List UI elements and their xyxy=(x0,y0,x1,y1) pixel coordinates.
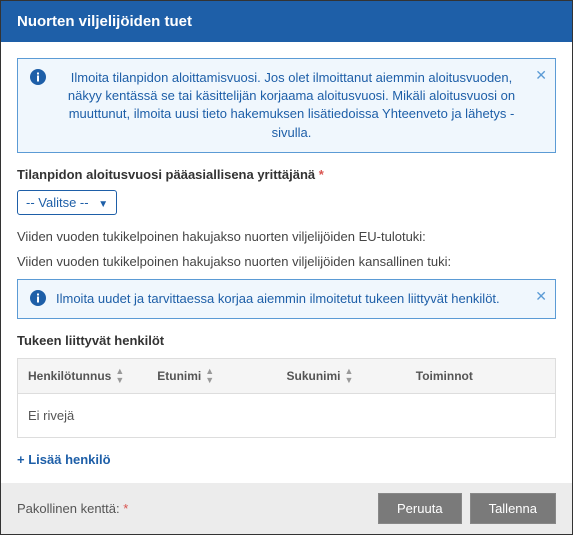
info-text-2: Ilmoita uudet ja tarvittaessa korjaa aie… xyxy=(56,290,527,308)
year-label-row: Tilanpidon aloitusvuosi pääasiallisena y… xyxy=(17,167,556,182)
col-ssn[interactable]: Henkilötunnus ▲▼ xyxy=(28,367,157,385)
col-lastname[interactable]: Sukunimi ▲▼ xyxy=(287,367,416,385)
persons-table: Henkilötunnus ▲▼ Etunimi ▲▼ Sukunimi ▲▼ … xyxy=(17,358,556,438)
col-ssn-label: Henkilötunnus xyxy=(28,369,111,383)
persons-title: Tukeen liittyvät henkilöt xyxy=(17,333,556,348)
sort-icon: ▲▼ xyxy=(345,367,354,385)
sort-icon: ▲▼ xyxy=(205,367,214,385)
required-label: Pakollinen kenttä: xyxy=(17,501,120,516)
table-empty: Ei rivejä xyxy=(18,394,555,437)
modal: Nuorten viljelijöiden tuet Ilmoita tilan… xyxy=(0,0,573,535)
required-footer: Pakollinen kenttä: * xyxy=(17,501,128,516)
table-header: Henkilötunnus ▲▼ Etunimi ▲▼ Sukunimi ▲▼ … xyxy=(18,359,555,394)
info-icon xyxy=(30,290,46,308)
year-select[interactable]: -- Valitse -- ▼ xyxy=(17,190,117,215)
info-box-2: Ilmoita uudet ja tarvittaessa korjaa aie… xyxy=(17,279,556,319)
col-firstname-label: Etunimi xyxy=(157,369,201,383)
footer-buttons: Peruuta Tallenna xyxy=(378,493,556,524)
chevron-down-icon: ▼ xyxy=(98,199,108,210)
col-actions-label: Toiminnot xyxy=(416,369,473,383)
required-asterisk: * xyxy=(319,167,324,182)
year-label: Tilanpidon aloitusvuosi pääasiallisena y… xyxy=(17,167,315,182)
plus-icon: + xyxy=(17,452,28,467)
cancel-button[interactable]: Peruuta xyxy=(378,493,462,524)
add-person-button[interactable]: + Lisää henkilö xyxy=(17,452,111,467)
info-box-1: Ilmoita tilanpidon aloittamisvuosi. Jos … xyxy=(17,58,556,153)
col-actions: Toiminnot xyxy=(416,367,545,385)
select-value: -- Valitse -- xyxy=(26,195,89,210)
info-text-1: Ilmoita tilanpidon aloittamisvuosi. Jos … xyxy=(56,69,527,142)
modal-title: Nuorten viljelijöiden tuet xyxy=(1,1,572,42)
close-icon[interactable]: ✕ xyxy=(535,288,547,305)
modal-body: Ilmoita tilanpidon aloittamisvuosi. Jos … xyxy=(1,42,572,483)
col-firstname[interactable]: Etunimi ▲▼ xyxy=(157,367,286,385)
col-lastname-label: Sukunimi xyxy=(287,369,341,383)
sort-icon: ▲▼ xyxy=(115,367,124,385)
save-button[interactable]: Tallenna xyxy=(470,493,556,524)
add-person-label: Lisää henkilö xyxy=(28,452,110,467)
info-icon xyxy=(30,69,46,142)
modal-footer: Pakollinen kenttä: * Peruuta Tallenna xyxy=(1,483,572,534)
close-icon[interactable]: ✕ xyxy=(535,67,547,84)
eu-support-line: Viiden vuoden tukikelpoinen hakujakso nu… xyxy=(17,229,556,244)
required-asterisk: * xyxy=(123,501,128,516)
national-support-line: Viiden vuoden tukikelpoinen hakujakso nu… xyxy=(17,254,556,269)
